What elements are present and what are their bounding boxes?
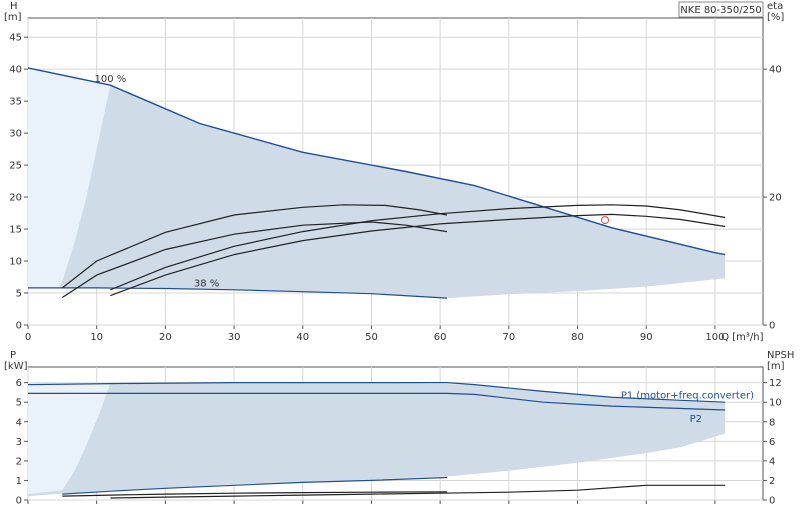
- top-y-right-label: eta: [767, 1, 783, 12]
- bottom-y-left-label: P: [10, 350, 16, 361]
- top-y-left-tick-label: 40: [9, 65, 22, 76]
- x-axis-label: Q [m³/h]: [721, 332, 763, 343]
- bottom-y-left-tick-label: 5: [16, 398, 22, 409]
- x-tick-label: 60: [434, 332, 447, 343]
- bottom-y-right-tick-label: 6: [769, 437, 775, 448]
- top-y-right-tick-label: 0: [769, 321, 775, 332]
- top-y-left-label: H: [10, 1, 18, 12]
- x-tick-label: 50: [365, 332, 378, 343]
- bottom-y-left-tick-label: 0: [16, 496, 22, 507]
- x-tick-label: 0: [25, 332, 31, 343]
- bottom-y-right-tick-label: 12: [769, 378, 782, 389]
- top-y-left-tick-label: 10: [9, 257, 22, 268]
- x-tick-label: 30: [228, 332, 241, 343]
- top-y-left-tick-label: 35: [9, 97, 22, 108]
- head-efficiency-panel: 0 10 20 30 40 50 60 70 80 90 100051015202530354045…: [4, 1, 784, 343]
- bottom-y-right-tick-label: 2: [769, 476, 775, 487]
- pump-performance-chart: 0 10 20 30 40 50 60 70 80 90 100051015202530354045…: [4, 1, 794, 507]
- bottom-y-left-tick-label: 6: [16, 378, 22, 389]
- x-tick-label: 10: [90, 332, 103, 343]
- bottom-y-left-tick-label: 3: [16, 437, 22, 448]
- bottom-y-right-label: NPSH: [767, 350, 794, 361]
- top-y-left-tick-label: 15: [9, 225, 22, 236]
- bottom-y-left-tick-label: 2: [16, 456, 22, 467]
- bottom-y-left-tick-label: 1: [16, 476, 22, 487]
- bottom-y-right-unit: [m]: [767, 361, 785, 372]
- bottom-y-left-unit: [kW]: [4, 361, 28, 372]
- chart-title: NKE 80-350/250: [680, 5, 761, 16]
- top-y-left-tick-label: 30: [9, 129, 22, 140]
- x-tick-label: 20: [159, 332, 172, 343]
- top-y-left-tick-label: 0: [16, 321, 22, 332]
- bottom-y-right-tick-label: 10: [769, 398, 782, 409]
- title-box: NKE 80-350/250: [678, 1, 764, 18]
- p2-series-label: P2: [690, 414, 702, 425]
- x-tick-label: 40: [296, 332, 309, 343]
- top-y-left-tick-label: 45: [9, 33, 22, 44]
- top-y-right-tick-label: 20: [769, 193, 782, 204]
- top-y-right-unit: [%]: [767, 12, 784, 23]
- speed-label-1: 38 %: [194, 279, 219, 290]
- top-y-left-tick-label: 20: [9, 193, 22, 204]
- x-tick-label: 90: [640, 332, 653, 343]
- top-y-left-tick-label: 5: [16, 289, 22, 300]
- power-npsh-panel: 0123456024681012P[kW]NPSH[m]P1 (motor+fr…: [4, 350, 794, 507]
- x-tick-label: 80: [571, 332, 584, 343]
- bottom-y-left-tick-label: 4: [16, 417, 22, 428]
- x-tick-label: 70: [502, 332, 515, 343]
- bottom-y-right-tick-label: 4: [769, 456, 775, 467]
- top-y-left-tick-label: 25: [9, 161, 22, 172]
- top-y-right-tick-label: 40: [769, 65, 782, 76]
- bottom-y-right-tick-label: 0: [769, 496, 775, 507]
- speed-label-0: 100 %: [95, 74, 127, 85]
- p1-series-label: P1 (motor+freq.converter): [621, 390, 754, 401]
- top-y-left-unit: [m]: [4, 12, 22, 23]
- bottom-y-right-tick-label: 8: [769, 417, 775, 428]
